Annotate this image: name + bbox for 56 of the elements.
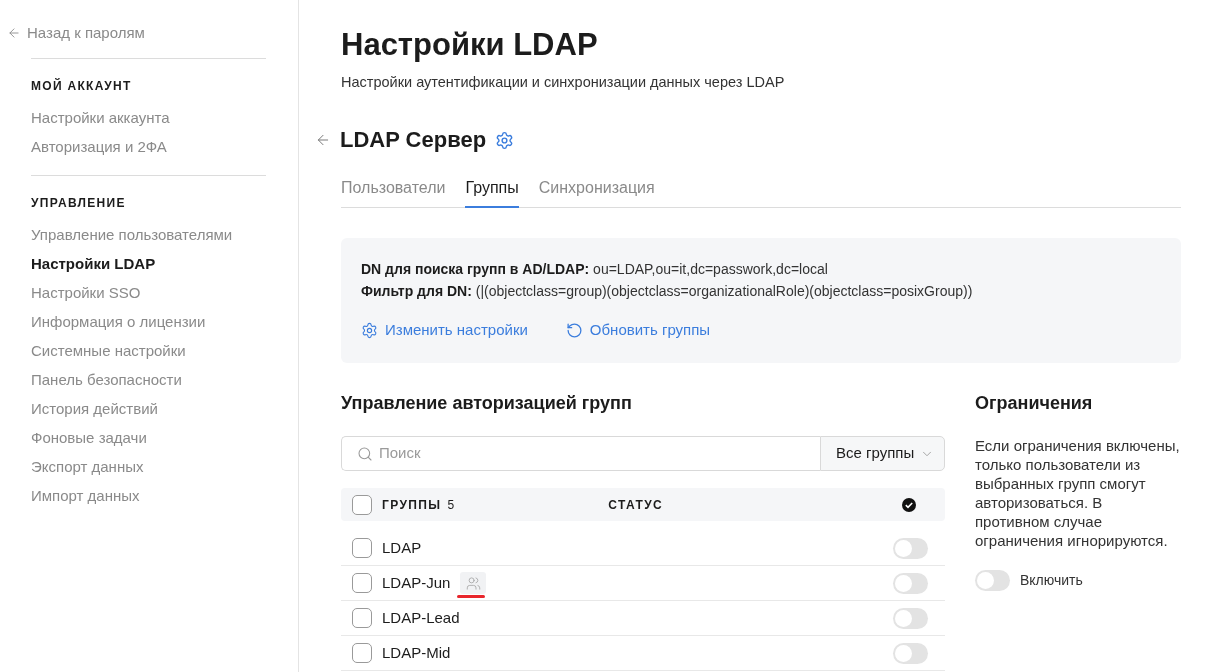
sidebar-item[interactable]: Панель безопасности xyxy=(31,365,182,394)
toggle-switch[interactable] xyxy=(893,537,928,559)
group-name: LDAP xyxy=(382,537,422,558)
tab[interactable]: Синхронизация xyxy=(538,177,655,208)
action-link[interactable]: Изменить настройки xyxy=(361,319,528,341)
settings-icon xyxy=(361,321,378,339)
sidebar-item[interactable]: История действий xyxy=(31,394,158,423)
checkbox[interactable] xyxy=(352,573,372,593)
group-name: LDAP-Lead xyxy=(382,607,460,628)
settings-icon[interactable] xyxy=(495,130,515,150)
sidebar-item[interactable]: Авторизация и 2ФА xyxy=(31,132,167,161)
sidebar-item[interactable]: Настройки аккаунта xyxy=(31,103,170,132)
toggle-switch[interactable] xyxy=(975,570,1010,591)
sidebar-item[interactable]: Информация о лицензии xyxy=(31,307,206,336)
search-icon xyxy=(357,445,373,462)
group-name: LDAP-Mid xyxy=(382,642,451,663)
section-heading: УПРАВЛЕНИЕ xyxy=(31,195,127,211)
back-arrow-icon xyxy=(7,26,21,40)
tab[interactable]: Группы xyxy=(465,177,519,208)
column-header: ГРУППЫ xyxy=(382,496,442,514)
sidebar-item[interactable]: Импорт данных xyxy=(31,481,140,510)
group-count: 5 xyxy=(447,496,455,514)
tab[interactable]: Пользователи xyxy=(341,177,446,208)
sidebar-item[interactable]: Настройки LDAP xyxy=(31,249,156,278)
checkbox[interactable] xyxy=(352,538,372,558)
section-title: Ограничения xyxy=(975,392,1094,415)
info-line: DN для поиска групп в AD/LDAP: ou=LDAP,ou=it,dc=passwork,dc=local xyxy=(361,260,829,279)
toggle-label: Включить xyxy=(1020,571,1083,590)
restrictions-description: Если ограничения включены, только пользователи из выбранных групп смогут авторизоваться. В противном случае ограничения игнорируются. xyxy=(975,436,1181,550)
sidebar-item[interactable]: Настройки SSO xyxy=(31,278,141,307)
group-name: LDAP-Jun xyxy=(382,572,451,593)
refresh-icon xyxy=(565,321,583,339)
checkbox[interactable] xyxy=(352,494,372,515)
checkbox[interactable] xyxy=(352,608,372,628)
sidebar-item[interactable]: Фоновые задачи xyxy=(31,423,147,452)
sidebar-item[interactable]: Управление пользователями xyxy=(31,220,233,249)
checkbox[interactable] xyxy=(352,643,372,663)
toggle-switch[interactable] xyxy=(893,642,928,664)
check-circle-icon[interactable] xyxy=(902,497,916,512)
users-icon[interactable] xyxy=(460,572,487,594)
page-title: Настройки LDAP xyxy=(341,26,599,64)
page-subtitle: Настройки аутентификации и синхронизации данных через LDAP xyxy=(341,73,786,92)
info-line: Фильтр для DN: (|(objectclass=group)(objectclass=organizationalRole)(objectclass=posixGroup)) xyxy=(361,282,974,301)
group-filter-dropdown[interactable]: Все группы xyxy=(820,436,945,471)
back-button[interactable] xyxy=(315,132,331,148)
section-heading: МОЙ АККАУНТ xyxy=(31,78,133,94)
toggle-switch[interactable] xyxy=(893,572,928,594)
back-link[interactable]: Назад к паролям xyxy=(7,23,266,43)
toggle-switch[interactable] xyxy=(893,607,928,629)
sidebar-item[interactable]: Системные настройки xyxy=(31,336,186,365)
section-title: Управление авторизацией групп xyxy=(341,392,633,415)
server-title: LDAP Сервер xyxy=(340,126,487,154)
action-link[interactable]: Обновить группы xyxy=(565,319,711,341)
back-arrow-icon xyxy=(315,132,331,148)
column-header: СТАТУС xyxy=(608,496,664,514)
sidebar-item[interactable]: Экспорт данных xyxy=(31,452,144,481)
